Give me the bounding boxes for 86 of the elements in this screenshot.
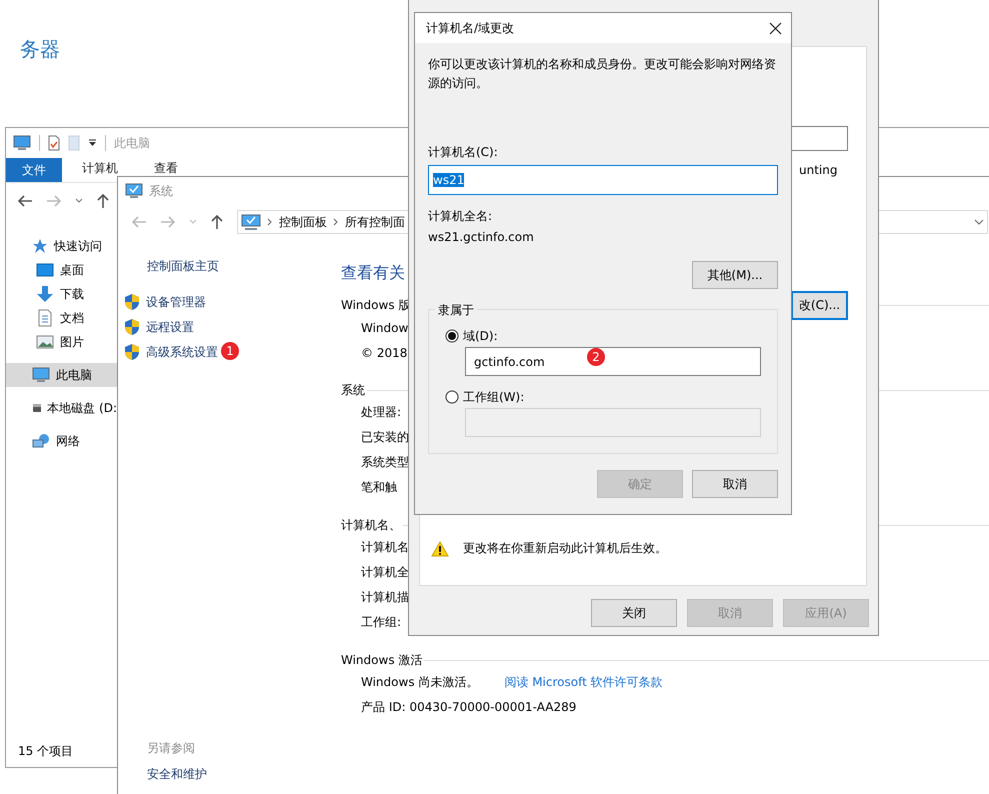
dialog-button[interactable]: 取消 xyxy=(692,470,778,498)
description-text: 你可以更改该计算机的名称和成员身份。更改可能会影响对网络资源的访问。 xyxy=(428,56,777,92)
info-text: 计算机描 xyxy=(361,589,409,606)
home-link[interactable]: 控制面板主页 xyxy=(147,258,341,275)
page-heading: 查看有关 xyxy=(341,263,405,283)
window-title: 系统 xyxy=(149,182,173,200)
info-text: 产品 ID: 00430-70000-00001-AA289 xyxy=(361,699,576,716)
page-heading: 务器 xyxy=(20,37,60,61)
info-text: 计算机全 xyxy=(361,564,409,581)
sidebar-item[interactable]: 图片 xyxy=(6,330,117,354)
step-badge: 2 xyxy=(587,348,605,366)
sidebar-link[interactable]: 设备管理器 xyxy=(146,294,206,310)
computer-name-field[interactable]: ws21 xyxy=(428,165,778,195)
network-icon xyxy=(32,433,50,449)
ribbon-tab[interactable]: 文件 xyxy=(6,158,62,182)
document-icon xyxy=(36,309,54,327)
full-name-text: ws21.gctinfo.com xyxy=(428,230,535,244)
ribbon-tab[interactable]: 计算机 xyxy=(66,158,134,175)
field-label: 计算机全名: xyxy=(428,208,494,225)
sidebar-item[interactable]: 网络 xyxy=(6,429,117,453)
sidebar-item[interactable]: 文档 xyxy=(6,306,117,330)
info-text: 工作组: xyxy=(361,614,402,631)
sidebar-item[interactable]: 下载 xyxy=(6,282,117,306)
sidebar-link[interactable]: 安全和维护 xyxy=(147,766,341,783)
window-title: 此电脑 xyxy=(114,134,150,152)
info-text: © 2018 xyxy=(361,346,408,360)
step-badge: 1 xyxy=(221,342,239,360)
image-icon xyxy=(36,335,54,349)
info-text: 计算机名 xyxy=(361,539,409,556)
shield-icon xyxy=(124,343,140,361)
back-arrow-icon[interactable] xyxy=(17,194,33,208)
dialog-title: 计算机名/域更改 xyxy=(426,20,514,36)
info-text: Window xyxy=(361,320,408,334)
chevron-down-icon[interactable] xyxy=(974,219,984,225)
sidebar-item[interactable]: 本地磁盘 (D: xyxy=(6,396,117,420)
monitor-icon xyxy=(125,183,143,199)
status-text: 15 个项目 xyxy=(17,743,74,760)
shield-icon xyxy=(124,293,140,311)
info-text: 笔和触 xyxy=(361,479,397,496)
section-heading: 计算机名、 xyxy=(341,516,401,534)
warning-text: 更改将在你重新启动此计算机后生效。 xyxy=(463,540,667,557)
monitor-icon xyxy=(241,214,261,230)
sidebar-item[interactable]: 桌面 xyxy=(6,258,117,282)
info-text: 系统类型 xyxy=(361,454,409,471)
shield-icon xyxy=(124,318,140,336)
checked-document-icon[interactable] xyxy=(48,135,60,151)
monitor-icon[interactable] xyxy=(13,135,31,151)
info-text: Windows 尚未激活。 xyxy=(361,674,478,691)
info-text: 已安装的 xyxy=(361,429,409,446)
description-text: unting xyxy=(798,163,838,177)
radio-button[interactable] xyxy=(445,390,459,404)
radio-option[interactable]: 工作组(W): xyxy=(445,389,761,405)
dialog-button[interactable]: 关闭 xyxy=(591,599,677,627)
info-text: 处理器: xyxy=(361,404,402,421)
section-heading: 另请参阅 xyxy=(147,740,196,757)
monitor-icon xyxy=(32,367,50,383)
input-field[interactable]: gctinfo.com 2 xyxy=(465,347,761,376)
up-arrow-icon[interactable] xyxy=(210,214,224,230)
ribbon-tab[interactable]: 查看 xyxy=(138,158,194,175)
sidebar-item[interactable]: 此电脑 xyxy=(6,363,117,387)
breadcrumb-item[interactable]: 控制面板 xyxy=(279,214,327,230)
license-link[interactable]: 阅读 Microsoft 软件许可条款 xyxy=(504,674,663,691)
desktop-icon xyxy=(36,263,54,277)
section-heading: 系统 xyxy=(341,382,365,398)
caret-icon[interactable] xyxy=(88,138,97,148)
radio-option[interactable]: 域(D): xyxy=(445,328,761,344)
down-arrow-icon xyxy=(36,285,54,303)
sidebar-link[interactable]: 远程设置 xyxy=(146,318,194,336)
breadcrumb-item[interactable]: 所有控制面 xyxy=(345,214,405,230)
star-icon xyxy=(32,238,48,254)
change-button[interactable]: 改(C)... xyxy=(791,291,848,320)
section-heading: Windows 激活 xyxy=(341,652,422,668)
more-button[interactable]: 其他(M)... xyxy=(692,261,778,289)
group-label: 隶属于 xyxy=(435,302,477,319)
sidebar-link[interactable]: 高级系统设置 xyxy=(146,344,218,360)
input-field[interactable] xyxy=(791,126,848,151)
up-arrow-icon[interactable] xyxy=(96,193,110,209)
field-label: 计算机名(C): xyxy=(428,144,499,161)
chevron-right-icon xyxy=(333,218,339,226)
chevron-right-icon xyxy=(267,218,273,226)
chevron-icon[interactable] xyxy=(75,198,83,204)
warning-icon xyxy=(431,540,449,556)
close-icon[interactable] xyxy=(769,22,782,34)
radio-button[interactable] xyxy=(445,329,459,343)
drive-icon xyxy=(32,403,42,413)
sidebar-item[interactable]: 快速访问 xyxy=(6,234,117,258)
